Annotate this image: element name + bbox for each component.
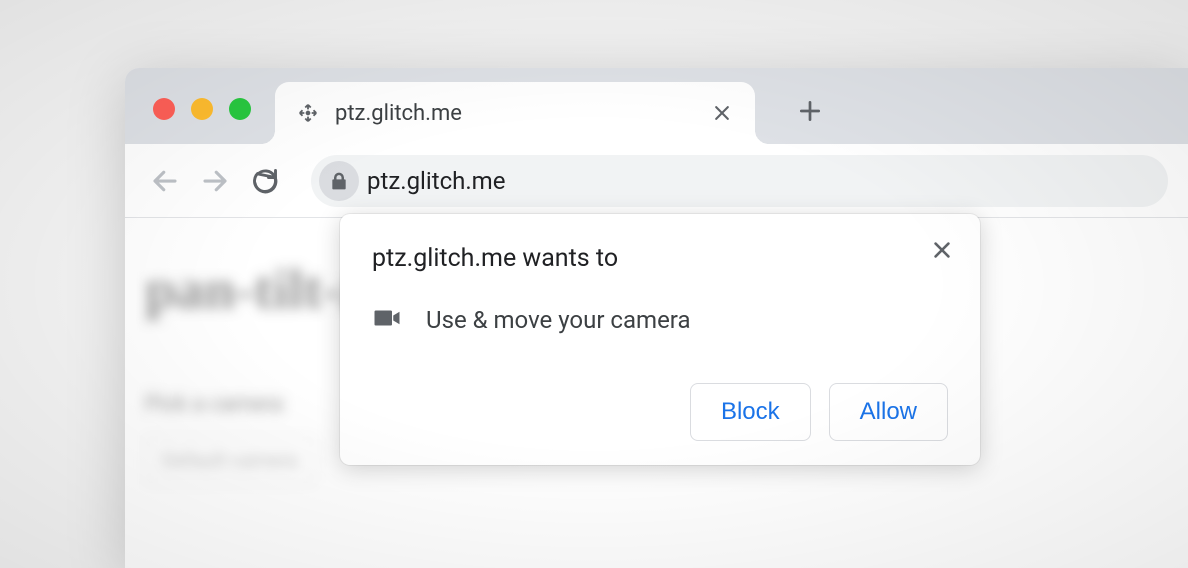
tab-strip: ptz.glitch.me [125, 68, 1188, 144]
permission-text: Use & move your camera [426, 306, 691, 334]
window-controls [153, 98, 251, 120]
allow-button[interactable]: Allow [829, 383, 948, 441]
browser-tab[interactable]: ptz.glitch.me [275, 82, 755, 144]
address-bar[interactable]: ptz.glitch.me [311, 155, 1168, 207]
maximize-window-button[interactable] [229, 98, 251, 120]
move-icon [295, 100, 321, 126]
url-text: ptz.glitch.me [367, 167, 505, 195]
reload-button[interactable] [245, 161, 285, 201]
permission-row: Use & move your camera [372, 303, 948, 337]
camera-icon [372, 303, 402, 337]
lock-icon[interactable] [319, 161, 359, 201]
back-button[interactable] [145, 161, 185, 201]
block-button[interactable]: Block [690, 383, 811, 441]
forward-button[interactable] [195, 161, 235, 201]
minimize-window-button[interactable] [191, 98, 213, 120]
close-dialog-button[interactable] [928, 236, 956, 264]
camera-select[interactable]: Default camera [145, 437, 315, 483]
new-tab-button[interactable] [785, 86, 835, 136]
close-tab-button[interactable] [709, 100, 735, 126]
permission-dialog: ptz.glitch.me wants to Use & move your c… [340, 214, 980, 465]
dialog-title: ptz.glitch.me wants to [372, 244, 948, 273]
browser-toolbar: ptz.glitch.me [125, 144, 1188, 218]
dialog-buttons: Block Allow [372, 383, 948, 441]
tab-title: ptz.glitch.me [335, 101, 709, 126]
close-window-button[interactable] [153, 98, 175, 120]
